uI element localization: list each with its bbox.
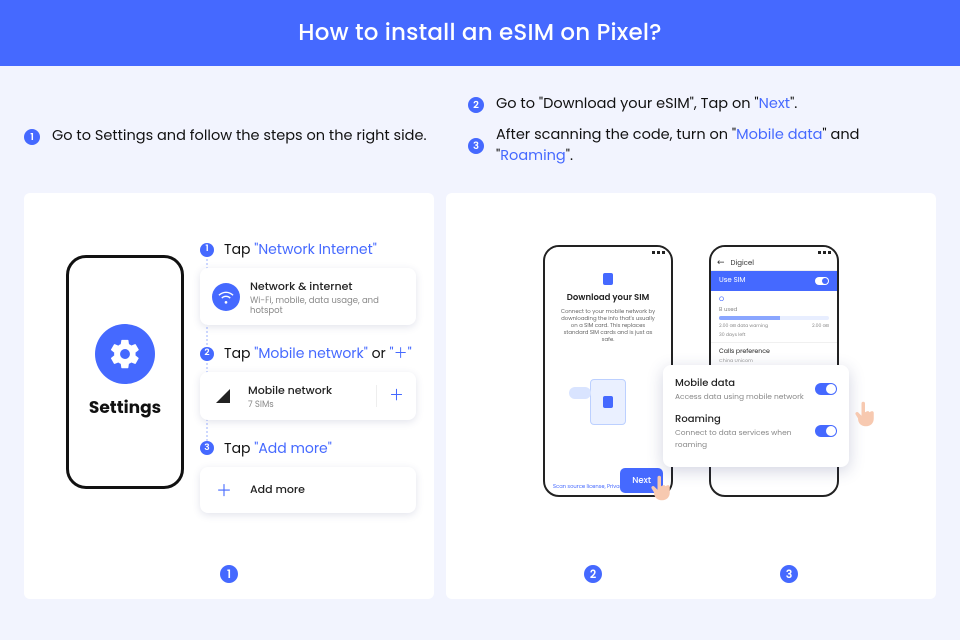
roaming-row[interactable]: Roaming Connect to data services when ro… — [675, 411, 837, 451]
pointer-hand-icon — [851, 399, 879, 429]
signal-icon — [212, 385, 234, 407]
instruction-1: 1 Go to Settings and follow the steps on… — [24, 126, 444, 147]
panel-number-3: 3 — [780, 565, 798, 583]
scan-frame — [590, 379, 626, 425]
step-badge-2: 2 — [468, 97, 484, 113]
card-title: Mobile network — [248, 382, 332, 399]
wifi-icon — [212, 283, 240, 311]
substep-1-text: Tap "Network Internet" — [224, 239, 377, 260]
card-title: Network & internet — [250, 278, 404, 295]
settings-phone-illustration: Settings — [66, 255, 184, 489]
card-title: Add more — [250, 481, 305, 498]
data-used-label: O — [711, 291, 837, 305]
panel-step-1: Settings 1 Tap "Network Internet" Networ… — [24, 193, 434, 599]
usage-bar: 2.00 GB data warning2.00 GB 30 days left — [711, 316, 837, 342]
plus-icon: ＋ — [216, 477, 232, 503]
back-arrow-icon[interactable]: ← — [717, 257, 725, 270]
phone-topbar: ← Digicel — [711, 257, 837, 271]
use-sim-row[interactable]: Use SIM — [711, 271, 837, 291]
roaming-toggle[interactable] — [815, 425, 837, 437]
gear-icon — [95, 324, 155, 384]
instruction-3: 3 After scanning the code, turn on "Mobi… — [468, 125, 936, 167]
panel-steps-2-3: Download your SIM Connect to your mobile… — [446, 193, 936, 599]
download-sim-title: Download your SIM — [553, 291, 663, 304]
header: How to install an eSIM on Pixel? — [0, 0, 960, 66]
instruction-2: 2 Go to "Download your eSIM", Tap on "Ne… — [468, 94, 936, 115]
add-network-plus-icon[interactable]: ＋ — [376, 385, 404, 407]
top-instructions: 1 Go to Settings and follow the steps on… — [0, 66, 960, 177]
sim-icon — [603, 273, 613, 285]
add-more-card[interactable]: ＋ Add more — [200, 467, 416, 513]
instruction-2-text: Go to "Download your eSIM", Tap on "Next… — [496, 94, 797, 115]
card-sub: 7 SIMs — [248, 399, 332, 409]
settings-label: Settings — [89, 394, 161, 420]
carrier-name: Digicel — [731, 259, 754, 269]
substep-3-text: Tap "Add more" — [224, 438, 332, 459]
substep-2: 2 Tap "Mobile network" or "＋" Mobile net… — [200, 343, 416, 419]
data-used-sub: B used — [711, 305, 837, 316]
instruction-1-text: Go to Settings and follow the steps on t… — [52, 126, 427, 147]
network-internet-card[interactable]: Network & internet Wi-Fi, mobile, data u… — [200, 268, 416, 325]
card-sub: Wi-Fi, mobile, data usage, and hotspot — [250, 295, 404, 315]
instruction-3-text: After scanning the code, turn on "Mobile… — [496, 125, 936, 167]
panel-number-2: 2 — [584, 565, 602, 583]
cloud-icon — [569, 387, 591, 399]
mobile-data-popover: Mobile data Access data using mobile net… — [663, 365, 849, 467]
substep-2-text: Tap "Mobile network" or "＋" — [224, 343, 412, 364]
mobile-data-row[interactable]: Mobile data Access data using mobile net… — [675, 375, 837, 403]
step-badge-3: 3 — [468, 138, 484, 154]
sim-chip-icon — [603, 396, 613, 408]
substep-badge-2: 2 — [200, 347, 214, 361]
substep-badge-1: 1 — [200, 243, 214, 257]
download-sim-phone: Download your SIM Connect to your mobile… — [543, 245, 673, 497]
highlight-next: Next — [759, 94, 790, 114]
step-badge-1: 1 — [24, 129, 40, 145]
highlight-mobile-data: Mobile data — [736, 125, 822, 145]
download-sim-desc: Connect to your mobile network by downlo… — [553, 308, 663, 343]
mobile-data-toggle[interactable] — [815, 383, 837, 395]
panel-number-1: 1 — [220, 565, 238, 583]
page-title: How to install an eSIM on Pixel? — [298, 16, 661, 50]
highlight-roaming: Roaming — [500, 146, 565, 166]
substep-badge-3: 3 — [200, 441, 214, 455]
use-sim-toggle[interactable] — [815, 277, 829, 285]
substep-1: 1 Tap "Network Internet" Network & inter… — [200, 239, 416, 325]
substep-3: 3 Tap "Add more" ＋ Add more — [200, 438, 416, 513]
mobile-network-card[interactable]: Mobile network 7 SIMs ＋ — [200, 372, 416, 419]
pointer-hand-icon — [647, 473, 675, 503]
